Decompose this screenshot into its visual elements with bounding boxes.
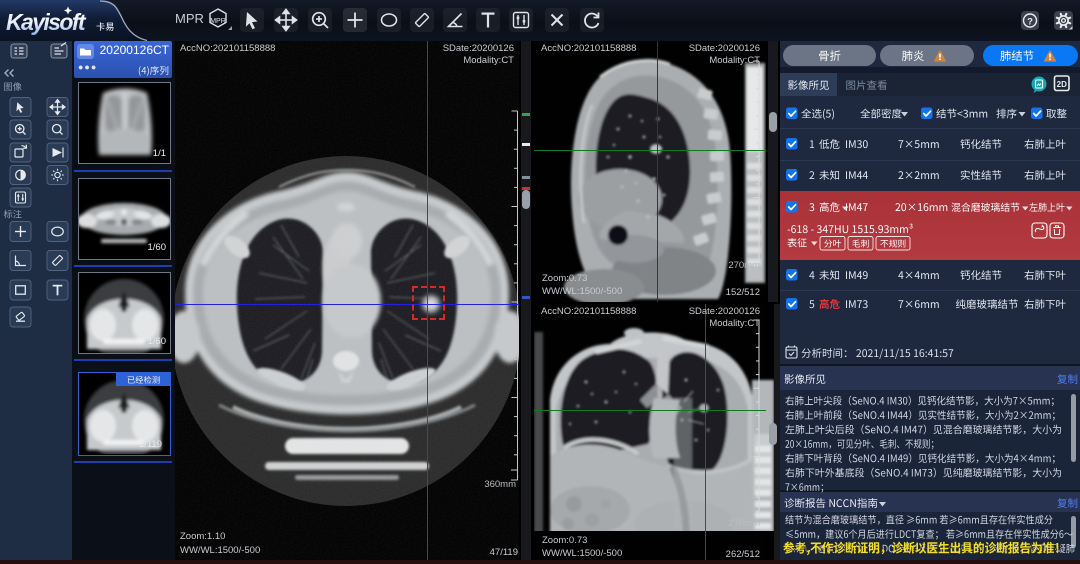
svg-text:?: ? [1027,17,1033,28]
svg-text:MPR: MPR [210,18,226,25]
